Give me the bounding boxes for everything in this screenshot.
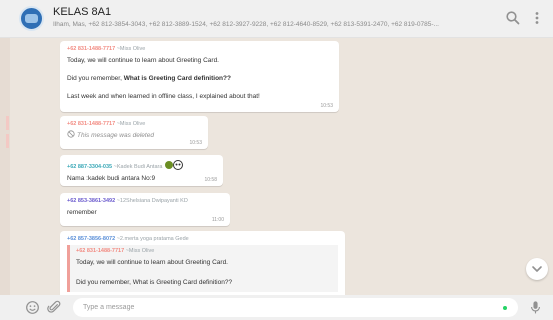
message-time: 10:53: [320, 103, 333, 109]
compose-bar: [0, 295, 553, 320]
quoted-message[interactable]: +62 831-1488-7717 ~Miss Olive Today, we …: [67, 245, 338, 292]
message-bubble[interactable]: +62 831-1488-7717 ~Miss Olive This messa…: [60, 116, 208, 149]
quoted-sender: +62 831-1488-7717 ~Miss Olive: [76, 248, 155, 254]
message-sender[interactable]: +62 831-1488-7717 ~Miss Olive: [67, 121, 201, 127]
emoji-icon[interactable]: [25, 300, 40, 315]
chat-messages-area[interactable]: +62 831-1488-7717 ~Miss Olive Today, we …: [0, 38, 553, 295]
deleted-icon: [67, 130, 75, 138]
message-bubble[interactable]: +62 887-3304-035 ~Kadek Budi Antara Nama…: [60, 155, 223, 186]
message-bubble[interactable]: +62 831-1488-7717 ~Miss Olive Today, we …: [60, 41, 339, 112]
sender-name: ~2.merta yoga pratama Gede: [116, 236, 189, 242]
status-dot: [503, 306, 507, 310]
chat-header[interactable]: KELAS 8A1 Ilham, Mas, +62 812-3854-3043,…: [0, 0, 553, 38]
message-line: Last week and when learned in offline cl…: [67, 93, 260, 100]
sender-number[interactable]: +62 857-3856-8072: [67, 236, 115, 242]
microphone-icon[interactable]: [528, 300, 543, 315]
chevron-down-icon: [532, 266, 542, 272]
message-sender[interactable]: +62 857-3856-8072 ~2.merta yoga pratama …: [67, 236, 338, 242]
sender-name: ~Miss Olive: [116, 121, 146, 127]
sender-name: ~12Shelsiana Dwipayanti KD: [116, 198, 188, 204]
attach-icon[interactable]: [47, 300, 62, 315]
message-time: 10:58: [204, 177, 217, 183]
message-time: 10:53: [189, 140, 202, 146]
scroll-gutter: [0, 38, 10, 295]
menu-icon[interactable]: [529, 10, 545, 26]
search-icon[interactable]: [505, 10, 521, 26]
scroll-down-button[interactable]: [526, 258, 548, 280]
sender-number[interactable]: +62 831-1488-7717: [67, 46, 115, 52]
sender-number[interactable]: +62 887-3304-035: [67, 164, 112, 170]
quoted-text: Did you remember, What is Greeting Card …: [76, 279, 233, 286]
message-sender[interactable]: +62 853-3861-3492 ~12Shelsiana Dwipayant…: [67, 198, 223, 204]
message-text: Today, we will continue to learn about G…: [67, 55, 332, 103]
gutter-marker: [6, 116, 9, 130]
group-title[interactable]: KELAS 8A1: [53, 6, 111, 18]
message-bubble[interactable]: +62 857-3856-8072 ~2.merta yoga pratama …: [60, 231, 345, 295]
sender-name: ~Miss Olive: [116, 46, 146, 52]
message-line: Today, we will continue to learn about G…: [67, 57, 219, 64]
group-avatar[interactable]: [19, 6, 44, 31]
message-sender[interactable]: +62 831-1488-7717 ~Miss Olive: [67, 46, 332, 52]
message-text: Nama :kadek budi antara No:9: [67, 175, 156, 182]
deleted-message: This message was deleted: [67, 130, 201, 142]
sender-number[interactable]: +62 853-3861-3492: [67, 198, 115, 204]
message-input[interactable]: [73, 298, 518, 317]
message-sender[interactable]: +62 887-3304-035 ~Kadek Budi Antara: [67, 160, 216, 170]
message-bubble[interactable]: +62 853-3861-3492 ~12Shelsiana Dwipayant…: [60, 193, 230, 226]
message-text: remember: [67, 209, 97, 216]
message-time: 11:00: [211, 217, 224, 223]
sender-number[interactable]: +62 831-1488-7717: [67, 121, 115, 127]
quoted-text: Today, we will continue to learn about G…: [76, 259, 228, 266]
group-participants[interactable]: Ilham, Mas, +62 812-3854-3043, +62 812-3…: [53, 21, 493, 28]
sender-name: ~Kadek Budi Antara: [113, 164, 163, 170]
message-line: Did you remember, What is Greeting Card …: [67, 75, 231, 82]
gutter-marker: [6, 134, 9, 148]
emoji-sticker-icon: [164, 160, 183, 170]
